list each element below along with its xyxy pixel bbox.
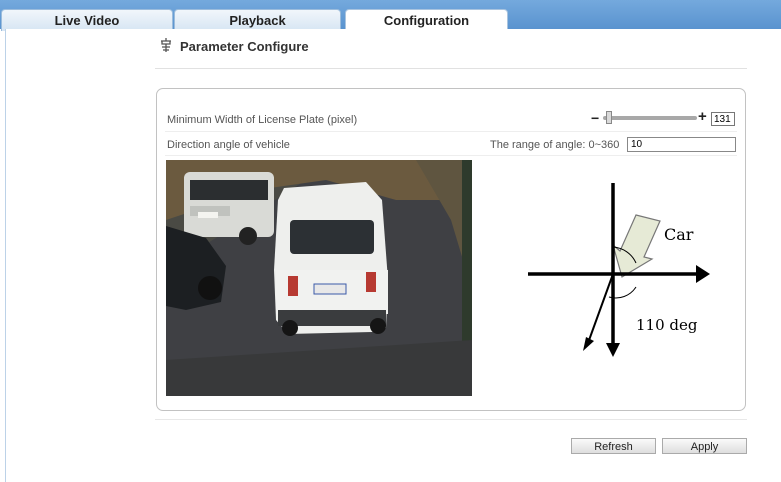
angle-input[interactable] [627,137,736,152]
car-label: Car [664,225,694,244]
tab-playback[interactable]: Playback [174,9,341,31]
direction-angle-diagram: Car 110 deg [506,163,737,391]
divider [155,419,747,420]
angle-label: 110 deg [636,316,698,334]
min-width-slider[interactable] [603,116,697,120]
settings-gear-icon [161,38,171,52]
tab-live-video[interactable]: Live Video [1,9,173,31]
refresh-button[interactable]: Refresh [571,438,656,454]
apply-button[interactable]: Apply [662,438,747,454]
vehicle-direction-arrowhead-icon [583,337,594,351]
decrease-button[interactable]: − [591,110,599,126]
car-direction-arrow-icon [611,214,661,278]
row-divider [165,131,737,132]
angle-range-label: The range of angle: 0~360 [490,139,620,151]
row-divider [165,155,737,156]
min-width-input[interactable] [711,112,735,126]
down-arrowhead-icon [606,343,620,357]
divider [155,68,747,69]
slider-handle[interactable] [606,111,612,124]
min-plate-width-label: Minimum Width of License Plate (pixel) [167,114,358,126]
camera-video-frame [166,160,472,396]
increase-button[interactable]: + [698,108,707,125]
page-title: Parameter Configure [180,39,309,54]
direction-angle-label: Direction angle of vehicle [167,139,290,151]
right-arrowhead-icon [696,265,710,283]
